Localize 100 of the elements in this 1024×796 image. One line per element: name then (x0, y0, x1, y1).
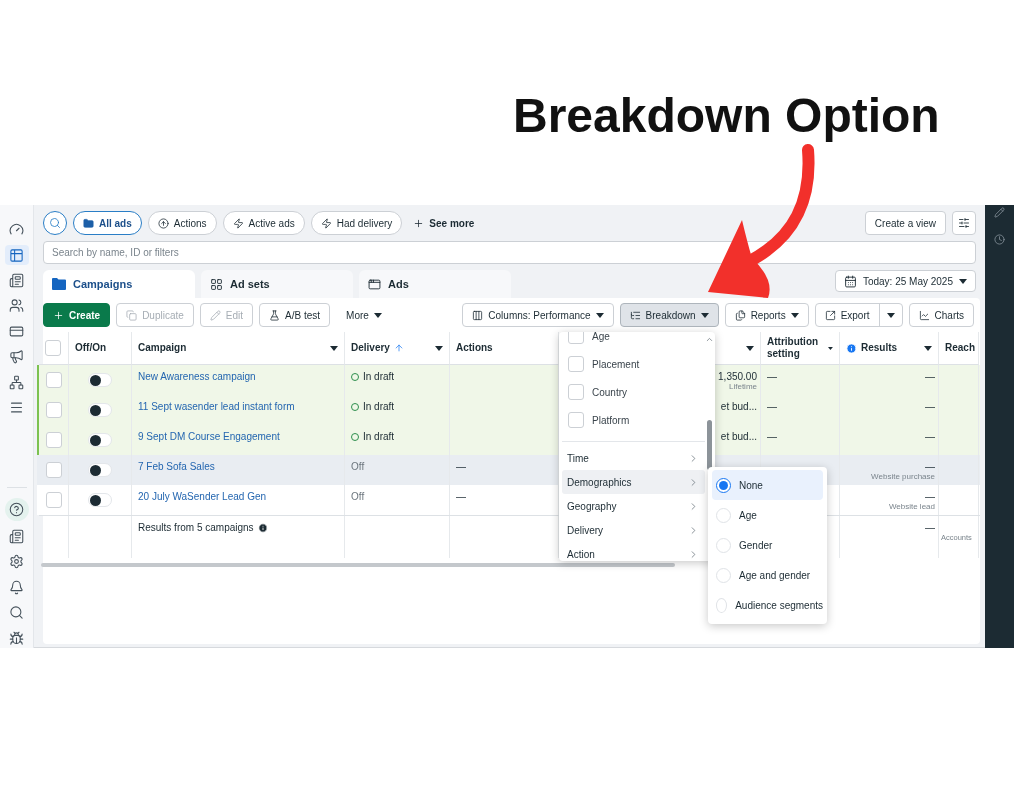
summary-text: Results from 5 campaigns (138, 522, 254, 533)
option-checkbox[interactable] (568, 384, 584, 400)
campaign-link[interactable]: 11 Sept wasender lead instant form (138, 401, 338, 412)
toolbar-button[interactable]: A/B test (259, 303, 331, 327)
help-icon (9, 501, 24, 517)
radio-button[interactable] (716, 477, 731, 493)
row-checkbox[interactable] (45, 432, 62, 448)
bell-icon (9, 579, 24, 595)
window-icon (368, 277, 381, 291)
help-button[interactable] (4, 497, 29, 521)
on-off-toggle[interactable] (88, 463, 112, 477)
toolbar-button[interactable]: Charts (908, 303, 974, 327)
plus-icon (53, 309, 64, 321)
select-all-checkbox[interactable] (45, 340, 61, 356)
delivery-status: In draft (363, 371, 395, 382)
caret-icon (886, 312, 895, 318)
campaign-link[interactable]: 7 Feb Sofa Sales (138, 461, 338, 472)
create-button[interactable]: Create (43, 303, 111, 327)
card-icon (9, 323, 24, 339)
attribution-value: — (767, 401, 778, 412)
lightning-icon (320, 217, 332, 229)
row-checkbox[interactable] (45, 372, 62, 388)
export-button[interactable]: Export (815, 304, 880, 326)
option-checkbox[interactable] (568, 356, 584, 372)
search-field[interactable]: Search by name, ID or filters (43, 241, 976, 264)
on-off-toggle[interactable] (88, 433, 112, 447)
filter-chip[interactable]: Actions (147, 211, 217, 235)
more-menu-button[interactable]: More (336, 303, 392, 327)
delivery-status: Off (351, 461, 365, 472)
breakdown-category[interactable]: Action (562, 542, 705, 561)
demographic-option[interactable]: Age and gender (712, 560, 823, 590)
horizontal-scrollbar[interactable] (41, 563, 675, 567)
level-tab[interactable]: Ad sets (201, 270, 353, 298)
campaign-link[interactable]: New Awareness campaign (138, 371, 338, 382)
clock-icon (994, 234, 1005, 245)
filter-chip[interactable]: All ads (73, 211, 142, 235)
demographic-option[interactable]: Gender (712, 530, 823, 560)
on-off-toggle[interactable] (88, 373, 112, 387)
caret-icon (700, 312, 709, 318)
results-value: — (925, 401, 935, 412)
dropdown-button[interactable]: Breakdown (619, 303, 719, 327)
see-more-button[interactable]: See more (408, 217, 480, 229)
folder-icon (52, 278, 66, 290)
option-checkbox[interactable] (568, 332, 584, 344)
campaign-link[interactable]: 9 Sept DM Course Engagement (138, 431, 338, 442)
network-icon (9, 374, 24, 390)
caret-icon[interactable] (924, 345, 932, 351)
settings-button[interactable] (952, 211, 976, 235)
on-off-toggle[interactable] (88, 493, 112, 507)
calendar-icon (843, 274, 857, 288)
results-value: — (925, 431, 935, 442)
filter-chip[interactable]: Had delivery (310, 211, 403, 235)
menu-icon (9, 400, 24, 416)
actions-value: — (456, 461, 467, 472)
campaign-link[interactable]: 20 July WaSender Lead Gen (138, 491, 338, 502)
attribution-value: — (767, 371, 778, 382)
breakdown-category[interactable]: Geography (562, 494, 705, 518)
on-off-toggle[interactable] (88, 403, 112, 417)
page-heading: Breakdown Option (513, 88, 941, 144)
columns-icon (472, 309, 484, 321)
caret-icon[interactable] (746, 345, 754, 351)
demographic-option[interactable]: None (712, 470, 823, 500)
caret-icon[interactable] (828, 345, 833, 351)
row-checkbox[interactable] (45, 402, 62, 418)
sliders-icon (958, 217, 970, 229)
breakdown-category[interactable]: Demographics (562, 470, 705, 494)
demographic-option[interactable]: Audience segments (712, 590, 823, 620)
level-tab[interactable]: Campaigns (43, 270, 195, 298)
result-type: Website lead (888, 502, 935, 511)
caret-icon[interactable] (435, 345, 443, 351)
info-icon (257, 522, 268, 533)
chart-icon (918, 309, 930, 321)
dropdown-button[interactable]: Columns: Performance (462, 303, 614, 327)
breakdown-icon (629, 309, 641, 321)
filter-chip[interactable]: Active ads (222, 211, 305, 235)
level-tab[interactable]: Ads (359, 270, 511, 298)
caret-icon[interactable] (330, 345, 338, 351)
row-checkbox[interactable] (45, 462, 62, 478)
megaphone-icon (9, 349, 24, 365)
dropdown-button[interactable]: Reports (724, 303, 809, 327)
sidebar-item[interactable] (4, 245, 29, 265)
folder-icon (83, 217, 94, 229)
caret-icon (959, 278, 967, 284)
option-checkbox[interactable] (568, 412, 584, 428)
breakdown-category[interactable]: Delivery (562, 518, 705, 542)
budget-value: et bud... (720, 401, 757, 412)
pencil-icon (994, 207, 1005, 218)
delivery-status: Off (351, 491, 365, 502)
row-checkbox[interactable] (45, 492, 62, 508)
date-range-button[interactable]: Today: 25 May 2025 (834, 270, 976, 292)
attribution-value: — (767, 431, 778, 442)
people-icon (9, 298, 24, 314)
breakdown-option[interactable]: Age (562, 332, 705, 350)
search-button[interactable] (43, 211, 67, 235)
budget-type: Lifetime (729, 382, 757, 391)
create-view-button[interactable]: Create a view (864, 211, 946, 235)
results-value: — (925, 371, 935, 382)
reports-icon (734, 309, 746, 321)
newspaper-icon (9, 529, 24, 545)
pencil-icon (209, 309, 221, 321)
